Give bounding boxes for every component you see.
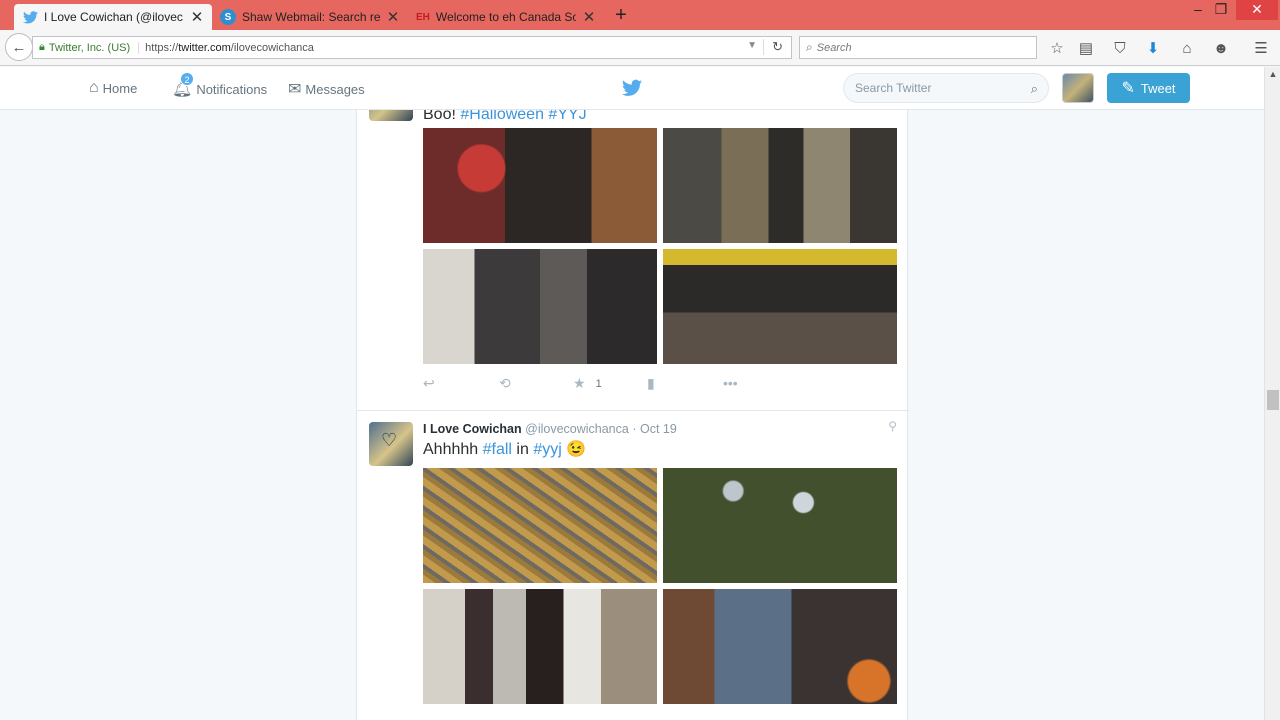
compose-quill-icon: ✎: [1121, 80, 1135, 97]
heart-icon: ♡: [381, 430, 398, 450]
pocket-icon[interactable]: ⛉: [1111, 39, 1129, 57]
retweet-icon[interactable]: ⟲: [499, 375, 511, 392]
search-placeholder: Search Twitter: [855, 81, 932, 95]
tab-eh-canada[interactable]: EH Welcome to eh Canada So... ✕: [408, 4, 604, 30]
twitter-search-input[interactable]: Search Twitter ⌕: [843, 73, 1049, 103]
tweet-button-label: Tweet: [1140, 80, 1176, 96]
new-tab-button[interactable]: +: [610, 4, 632, 26]
tab-shaw-webmail[interactable]: S Shaw Webmail: Search res... ✕: [212, 4, 408, 30]
tab-title: Shaw Webmail: Search res...: [242, 10, 380, 24]
timeline: ♡ Boo! #Halloween #YYJ ↩ ⟲ ★ 1 ▮ ••• ♡: [356, 77, 909, 720]
eh-icon: EH: [416, 11, 430, 23]
star-icon: ★: [573, 375, 586, 391]
leaves-photo[interactable]: [423, 468, 657, 583]
tree-photo[interactable]: [663, 468, 897, 583]
lock-icon: 🔒︎: [39, 41, 45, 53]
rocking-chair-photo[interactable]: [663, 589, 897, 704]
nav-home-label: Home: [102, 80, 138, 96]
browser-search-input[interactable]: ⌕ Search: [799, 36, 1037, 59]
download-icon[interactable]: ⬇: [1144, 39, 1162, 57]
wink-emoji-icon: 😉: [566, 441, 587, 458]
notification-count-badge: 2: [180, 72, 194, 86]
shaw-s-icon: S: [220, 9, 236, 25]
analytics-icon[interactable]: ▮: [647, 375, 655, 392]
twitter-header: ⌂ Home 🔔︎ 2 Notifications ✉ Messages Sear…: [0, 67, 1264, 110]
nav-notifications[interactable]: 🔔︎ 2 Notifications: [172, 72, 268, 99]
like-button[interactable]: ★ 1: [573, 375, 602, 392]
bell-icon: 🔔︎ 2: [172, 72, 194, 99]
page-scrollbar[interactable]: ▲: [1264, 67, 1280, 720]
hashtag-link[interactable]: #fall: [483, 441, 512, 458]
close-tab-icon[interactable]: ✕: [582, 8, 596, 26]
tweet-text-prefix: Ahhhhh: [423, 441, 483, 458]
clown-photo[interactable]: [423, 128, 657, 243]
restore-icon[interactable]: ❐: [1206, 0, 1236, 20]
nav-messages[interactable]: ✉ Messages: [288, 79, 365, 99]
search-icon: ⌕: [806, 40, 813, 54]
tweet-actions: ↩ ⟲ ★ 1 ▮ •••: [423, 375, 763, 395]
tweet-text: Ahhhhh #fall in #yyj 😉: [423, 439, 586, 459]
tweet[interactable]: ♡ Boo! #Halloween #YYJ ↩ ⟲ ★ 1 ▮ •••: [357, 77, 909, 409]
url-path: /ilovecowichanca: [230, 41, 314, 54]
tweet[interactable]: ♡ I Love Cowichan @ilovecowichanca · Oct…: [357, 410, 909, 720]
site-identity: Twitter, Inc. (US): [48, 41, 131, 54]
bookmark-star-icon[interactable]: ☆: [1048, 39, 1066, 57]
nav-home[interactable]: ⌂ Home: [89, 79, 137, 97]
more-icon[interactable]: •••: [723, 375, 738, 391]
twitter-bird-icon: [22, 9, 38, 25]
menu-icon[interactable]: ☰: [1252, 39, 1270, 57]
scrollbar-thumb[interactable]: [1267, 390, 1279, 410]
url-prefix: https://: [145, 41, 179, 54]
twitter-logo-icon[interactable]: [622, 79, 642, 97]
url-host: twitter.com: [178, 41, 231, 54]
search-placeholder: Search: [816, 41, 852, 54]
reading-list-icon[interactable]: ▤: [1077, 39, 1095, 57]
close-tab-icon[interactable]: ✕: [190, 8, 204, 26]
tweet-text-mid: in: [511, 441, 534, 458]
reload-icon[interactable]: ↻: [763, 39, 783, 55]
chat-icon[interactable]: ☻: [1212, 39, 1230, 57]
search-icon[interactable]: ⌕: [1031, 81, 1038, 97]
home-icon: ⌂: [89, 79, 99, 96]
tweet-header: I Love Cowichan @ilovecowichanca · Oct 1…: [423, 422, 677, 436]
browser-tab-bar: I Love Cowichan (@ilovec... ✕ S Shaw Web…: [0, 0, 1280, 30]
like-count: 1: [595, 377, 602, 390]
close-window-icon[interactable]: ✕: [1236, 0, 1278, 20]
url-dropdown-icon[interactable]: ▼: [747, 40, 757, 51]
separator-dot: ·: [632, 422, 637, 436]
hashtag-link[interactable]: #yyj: [533, 441, 561, 458]
skeletons-photo[interactable]: [663, 128, 897, 243]
envelope-icon: ✉: [288, 81, 302, 98]
reply-icon[interactable]: ↩: [423, 375, 435, 392]
tab-title: I Love Cowichan (@ilovec...: [44, 10, 184, 24]
tweet-button[interactable]: ✎ Tweet: [1107, 73, 1190, 103]
nav-messages-label: Messages: [305, 81, 365, 97]
twitter-page: ♡ Boo! #Halloween #YYJ ↩ ⟲ ★ 1 ▮ ••• ♡: [0, 67, 1264, 720]
tweet-time[interactable]: Oct 19: [640, 422, 677, 436]
url-text: https://twitter.com/ilovecowichanca: [138, 41, 314, 54]
costumes-photo[interactable]: [423, 589, 657, 704]
back-arrow-icon[interactable]: ←: [5, 33, 33, 61]
close-tab-icon[interactable]: ✕: [386, 8, 400, 26]
location-pin-icon[interactable]: ⚲: [888, 419, 897, 433]
scroll-up-icon[interactable]: ▲: [1265, 69, 1280, 79]
url-bar[interactable]: 🔒︎ Twitter, Inc. (US) https://twitter.co…: [32, 36, 792, 59]
caution-tape-photo[interactable]: [663, 249, 897, 364]
witch-photo[interactable]: [423, 249, 657, 364]
user-name[interactable]: I Love Cowichan: [423, 422, 522, 436]
home-icon[interactable]: ⌂: [1178, 39, 1196, 57]
browser-toolbar: ← 🔒︎ Twitter, Inc. (US) https://twitter.…: [0, 30, 1280, 66]
avatar[interactable]: ♡: [369, 422, 413, 466]
avatar[interactable]: [1062, 73, 1094, 103]
tab-title: Welcome to eh Canada So...: [435, 10, 576, 24]
nav-notifications-label: Notifications: [196, 81, 268, 97]
user-handle[interactable]: @ilovecowichanca: [525, 422, 629, 436]
tab-twitter[interactable]: I Love Cowichan (@ilovec... ✕: [14, 4, 212, 30]
